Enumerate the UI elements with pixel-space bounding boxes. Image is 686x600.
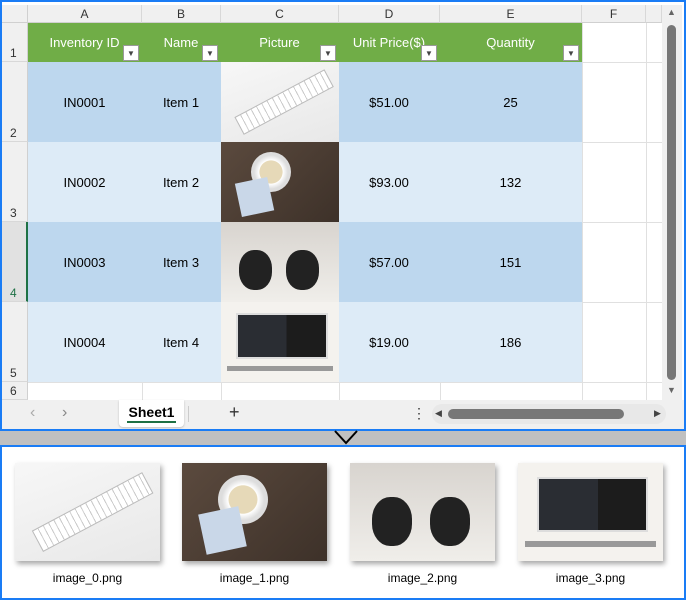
prev-sheet-icon[interactable]: ‹ (30, 404, 35, 422)
picture-coffee-cup[interactable] (221, 142, 339, 222)
cell-name[interactable]: Item 3 (142, 222, 221, 302)
image-thumbnail-1[interactable] (182, 463, 327, 561)
header-unit-price[interactable]: Unit Price($) ▼ (339, 23, 440, 62)
filter-dropdown-icon[interactable]: ▼ (563, 45, 579, 61)
cell-qty[interactable]: 151 (440, 222, 582, 302)
column-header-g[interactable] (646, 5, 662, 23)
filter-dropdown-icon[interactable]: ▼ (320, 45, 336, 61)
header-label: Unit Price($) (352, 35, 426, 50)
column-header-b[interactable]: B (142, 5, 221, 23)
image-gallery-panel: image_0.png image_1.png image_2.png imag… (0, 445, 686, 600)
column-header-a[interactable]: A (28, 5, 142, 23)
scroll-up-icon[interactable]: ▲ (667, 7, 676, 17)
image-caption: image_2.png (387, 571, 458, 585)
add-sheet-button[interactable]: + (229, 402, 240, 423)
cell-qty[interactable]: 132 (440, 142, 582, 222)
spreadsheet-panel: A B C D E F 1 2 3 4 5 6 Inventory ID ▼ Na… (0, 0, 686, 431)
image-thumbnail-2[interactable] (350, 463, 495, 561)
header-name[interactable]: Name ▼ (142, 23, 221, 62)
scroll-down-icon[interactable]: ▼ (667, 385, 676, 395)
header-picture[interactable]: Picture ▼ (221, 23, 339, 62)
header-label: Inventory ID (49, 35, 120, 50)
cell-name[interactable]: Item 4 (142, 302, 221, 382)
cell-qty[interactable]: 25 (440, 62, 582, 142)
horizontal-scrollbar[interactable]: ◀ ▶ (432, 404, 666, 424)
sheet-tab-bar: ‹ › Sheet1 + ⋮ ◀ ▶ (2, 400, 684, 429)
next-sheet-icon[interactable]: › (62, 404, 67, 422)
image-caption: image_3.png (555, 571, 626, 585)
header-label: Picture (259, 35, 300, 50)
picture-keyboard[interactable] (221, 62, 339, 142)
image-caption: image_1.png (219, 571, 290, 585)
image-thumbnail-3[interactable] (518, 463, 663, 561)
column-header-d[interactable]: D (339, 5, 440, 23)
filter-dropdown-icon[interactable]: ▼ (202, 45, 218, 61)
row-header-6[interactable]: 6 (2, 382, 28, 400)
cell-qty[interactable]: 186 (440, 302, 582, 382)
image-caption: image_0.png (52, 571, 123, 585)
column-header-f[interactable]: F (582, 5, 646, 23)
more-options-icon[interactable]: ⋮ (412, 405, 426, 422)
image-thumbnail-0[interactable] (15, 463, 160, 561)
header-inventory-id[interactable]: Inventory ID ▼ (28, 23, 142, 62)
cell-name[interactable]: Item 2 (142, 142, 221, 222)
row-header-5[interactable]: 5 (2, 302, 28, 382)
column-header-c[interactable]: C (221, 5, 339, 23)
cell-id[interactable]: IN0004 (28, 302, 142, 382)
scroll-right-icon[interactable]: ▶ (654, 408, 661, 419)
row-header-3[interactable]: 3 (2, 142, 28, 222)
vertical-scrollbar[interactable]: ▲ ▼ (662, 5, 682, 400)
select-all-corner[interactable] (2, 5, 28, 23)
cell-id[interactable]: IN0003 (28, 222, 142, 302)
cell-id[interactable]: IN0001 (28, 62, 142, 142)
cell-price[interactable]: $57.00 (339, 222, 440, 302)
column-header-e[interactable]: E (440, 5, 582, 23)
row-header-4[interactable]: 4 (2, 222, 28, 302)
cell-name[interactable]: Item 1 (142, 62, 221, 142)
header-label: Quantity (486, 35, 535, 50)
header-quantity[interactable]: Quantity ▼ (440, 23, 582, 62)
sheet-tab-label: Sheet1 (128, 404, 175, 420)
header-label: Name (163, 35, 199, 50)
horizontal-scroll-thumb[interactable] (448, 409, 624, 419)
vertical-scroll-thumb[interactable] (667, 25, 676, 380)
scroll-left-icon[interactable]: ◀ (435, 408, 442, 419)
cell-id[interactable]: IN0002 (28, 142, 142, 222)
filter-dropdown-icon[interactable]: ▼ (123, 45, 139, 61)
splitter-chevron-down-icon[interactable] (333, 428, 359, 446)
cell-price[interactable]: $93.00 (339, 142, 440, 222)
row-header-1[interactable]: 1 (2, 23, 28, 62)
sheet-tab-sheet1[interactable]: Sheet1 (119, 400, 184, 427)
cell-price[interactable]: $51.00 (339, 62, 440, 142)
filter-dropdown-icon[interactable]: ▼ (421, 45, 437, 61)
picture-headphones[interactable] (221, 222, 339, 302)
cell-price[interactable]: $19.00 (339, 302, 440, 382)
picture-monitor[interactable] (221, 302, 339, 382)
row-header-2[interactable]: 2 (2, 62, 28, 142)
